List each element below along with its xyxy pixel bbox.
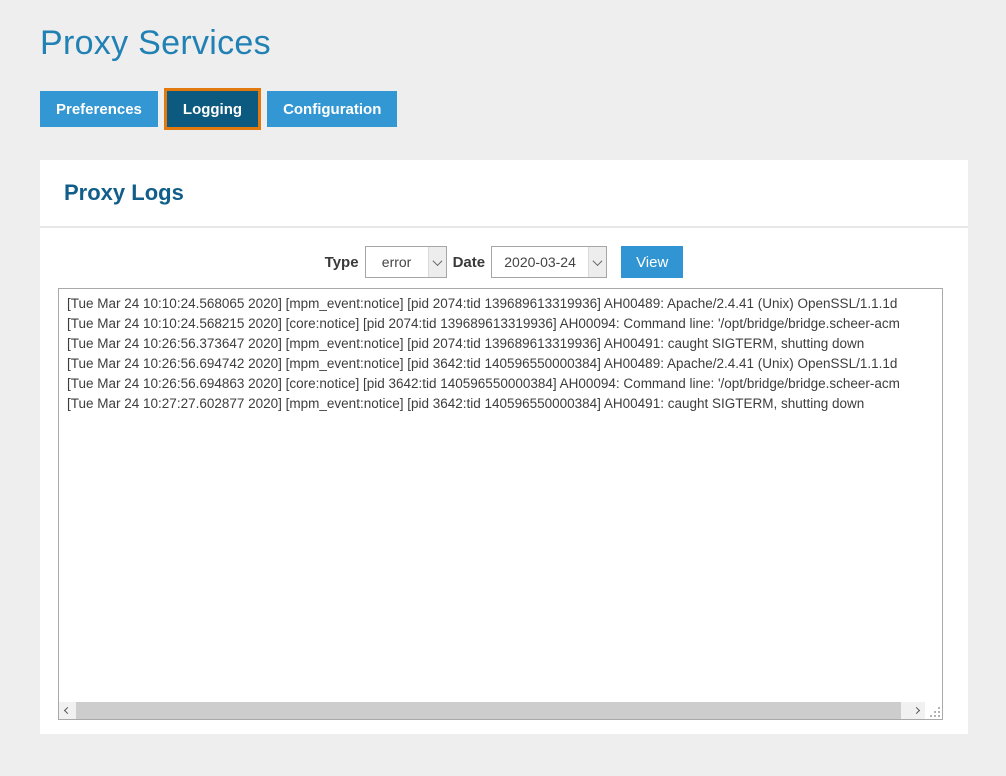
horizontal-scrollbar[interactable] xyxy=(59,702,925,719)
type-label: Type xyxy=(325,254,359,271)
type-select[interactable]: error xyxy=(365,246,447,278)
log-line: [Tue Mar 24 10:26:56.694863 2020] [core:… xyxy=(67,374,934,394)
resize-grip-icon[interactable] xyxy=(926,702,941,718)
log-lines: [Tue Mar 24 10:10:24.568065 2020] [mpm_e… xyxy=(59,289,942,700)
date-select-arrow-box[interactable] xyxy=(588,247,606,277)
date-label: Date xyxy=(453,254,486,271)
log-line: [Tue Mar 24 10:27:27.602877 2020] [mpm_e… xyxy=(67,394,934,414)
log-filter-controls: Type error Date 2020-03-24 View xyxy=(40,246,968,278)
log-output[interactable]: [Tue Mar 24 10:10:24.568065 2020] [mpm_e… xyxy=(58,288,943,720)
resize-grip-dots xyxy=(929,706,941,718)
chevron-down-icon xyxy=(593,256,603,266)
chevron-left-icon xyxy=(64,707,71,714)
log-line: [Tue Mar 24 10:10:24.568065 2020] [mpm_e… xyxy=(67,294,934,314)
log-line: [Tue Mar 24 10:10:24.568215 2020] [core:… xyxy=(67,314,934,334)
page: Proxy Services Preferences Logging Confi… xyxy=(0,0,1006,776)
tab-preferences[interactable]: Preferences xyxy=(40,91,158,127)
chevron-down-icon xyxy=(432,256,442,266)
tab-logging-label: Logging xyxy=(183,101,242,118)
page-title: Proxy Services xyxy=(40,24,271,63)
chevron-right-icon xyxy=(913,707,920,714)
date-select-value: 2020-03-24 xyxy=(492,247,588,277)
scrollbar-thumb[interactable] xyxy=(76,702,901,719)
tab-bar: Preferences Logging Configuration xyxy=(40,91,397,127)
view-button[interactable]: View xyxy=(621,246,683,278)
type-select-arrow-box[interactable] xyxy=(428,247,446,277)
log-line: [Tue Mar 24 10:26:56.694742 2020] [mpm_e… xyxy=(67,354,934,374)
panel-title: Proxy Logs xyxy=(64,180,184,206)
proxy-logs-panel: Proxy Logs Type error Date 2020-03-24 Vi… xyxy=(40,160,968,734)
panel-header: Proxy Logs xyxy=(40,160,968,228)
date-select[interactable]: 2020-03-24 xyxy=(491,246,607,278)
scroll-right-button[interactable] xyxy=(908,702,925,719)
tab-preferences-label: Preferences xyxy=(56,101,142,118)
log-line: [Tue Mar 24 10:26:56.373647 2020] [mpm_e… xyxy=(67,334,934,354)
tab-logging[interactable]: Logging xyxy=(167,91,258,127)
tab-configuration[interactable]: Configuration xyxy=(267,91,397,127)
type-select-value: error xyxy=(366,247,428,277)
scroll-left-button[interactable] xyxy=(59,702,76,719)
tab-configuration-label: Configuration xyxy=(283,101,381,118)
